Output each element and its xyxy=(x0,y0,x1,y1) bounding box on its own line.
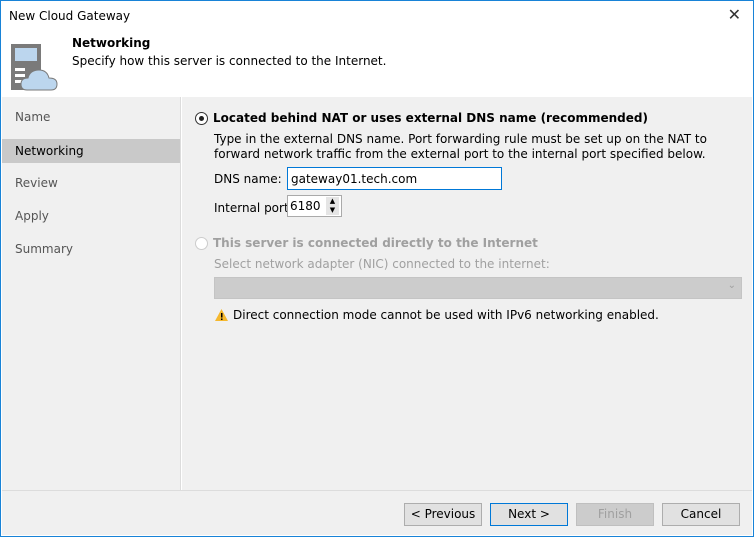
spin-up-icon[interactable]: ▲ xyxy=(326,197,339,206)
warning-icon xyxy=(215,309,228,321)
nic-select[interactable]: ⌄ xyxy=(214,277,742,299)
next-button[interactable]: Next > xyxy=(490,503,568,526)
wizard-header: Networking Specify how this server is co… xyxy=(2,31,752,97)
nat-label: Located behind NAT or uses external DNS … xyxy=(213,111,648,125)
chevron-down-icon: ⌄ xyxy=(727,280,736,291)
step-networking[interactable]: Networking xyxy=(2,139,180,163)
page-subtitle: Specify how this server is connected to … xyxy=(72,54,387,68)
wizard-window: New Cloud Gateway ✕ Networking Specify h… xyxy=(0,0,754,537)
window-title: New Cloud Gateway xyxy=(9,9,131,23)
nic-label: Select network adapter (NIC) connected t… xyxy=(214,257,550,271)
page-title: Networking xyxy=(72,36,151,50)
wizard-steps: Name Networking Review Apply Summary xyxy=(2,97,181,490)
step-review[interactable]: Review xyxy=(2,168,180,201)
internal-port-stepper[interactable]: 6180 ▲ ▼ xyxy=(287,195,342,217)
nat-description: Type in the external DNS name. Port forw… xyxy=(214,132,707,161)
dns-name-input[interactable] xyxy=(287,167,502,190)
direct-label: This server is connected directly to the… xyxy=(213,236,538,250)
previous-button[interactable]: < Previous xyxy=(404,503,482,526)
direct-radio[interactable] xyxy=(195,237,208,250)
ipv6-warning: Direct connection mode cannot be used wi… xyxy=(233,308,659,322)
port-label: Internal port: xyxy=(214,201,293,215)
wizard-footer: < Previous Next > Finish Cancel xyxy=(2,490,752,535)
step-apply[interactable]: Apply xyxy=(2,201,180,234)
close-icon[interactable]: ✕ xyxy=(728,5,741,24)
networking-panel: Located behind NAT or uses external DNS … xyxy=(182,97,752,490)
port-value: 6180 xyxy=(290,199,321,213)
dns-label: DNS name: xyxy=(214,172,282,186)
step-summary[interactable]: Summary xyxy=(2,234,180,267)
nat-radio[interactable] xyxy=(195,112,208,125)
cloud-server-icon xyxy=(11,44,58,91)
spin-down-icon[interactable]: ▼ xyxy=(326,206,339,215)
step-name[interactable]: Name xyxy=(2,102,180,135)
finish-button[interactable]: Finish xyxy=(576,503,654,526)
cancel-button[interactable]: Cancel xyxy=(662,503,740,526)
